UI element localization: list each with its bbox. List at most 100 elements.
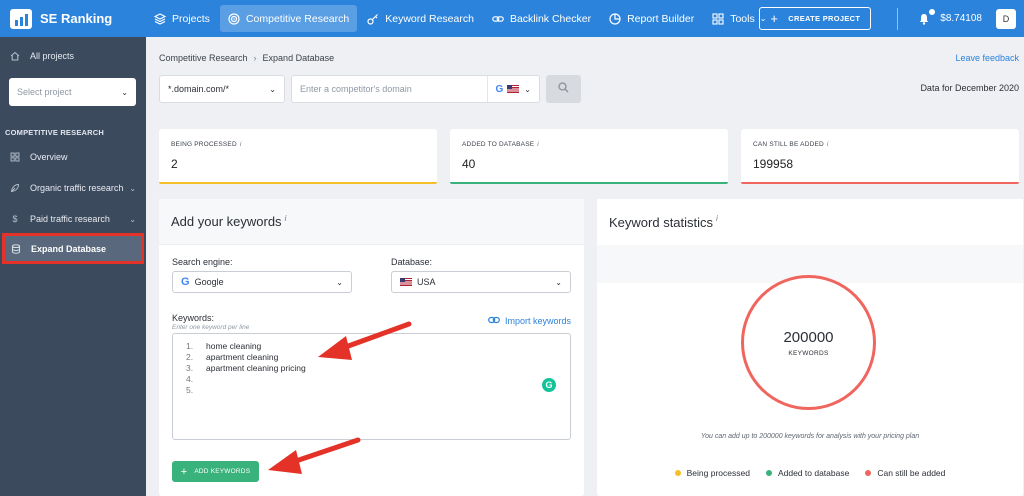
stat-title: BEING PROCESSED i: [171, 141, 425, 148]
brand[interactable]: SE Ranking: [0, 0, 146, 37]
keyword-text: apartment cleaning pricing: [206, 363, 306, 373]
sidebar-item-label: All projects: [30, 51, 75, 61]
database-select[interactable]: USA ⌄: [391, 271, 571, 293]
competitor-domain-input[interactable]: Enter a competitor's domain G ⌄: [291, 75, 540, 103]
legend-item: Can still be added: [865, 468, 945, 478]
stat-color-bar: [159, 182, 437, 184]
grammarly-icon[interactable]: G: [542, 378, 556, 392]
nav-report-builder[interactable]: Report Builder: [601, 5, 702, 32]
legend: Being processed Added to database Can st…: [597, 468, 1023, 478]
stat-title: CAN STILL BE ADDED i: [753, 141, 1007, 148]
grid-icon: [712, 12, 724, 25]
info-icon[interactable]: i: [827, 141, 829, 148]
target-icon: [228, 12, 240, 25]
info-icon[interactable]: i: [716, 214, 718, 223]
sidebar-item-overview[interactable]: Overview: [0, 143, 146, 171]
sidebar-item-organic-traffic[interactable]: Organic traffic research ⌄: [0, 171, 146, 205]
sidebar-item-label: Paid traffic research: [30, 214, 110, 224]
keywords-donut: 200000 KEYWORDS: [741, 275, 876, 410]
info-icon[interactable]: i: [240, 141, 242, 148]
sidebar-item-paid-traffic[interactable]: $ Paid traffic research ⌄: [0, 205, 146, 233]
bell-icon[interactable]: [918, 8, 936, 25]
keywords-textarea[interactable]: 1. home cleaning 2. apartment cleaning 3. a…: [172, 333, 571, 440]
add-keywords-panel: Add your keywords i Search engine: G Googl…: [159, 199, 584, 496]
stat-value: 199958: [753, 157, 794, 171]
panel-header: Add your keywords i: [159, 199, 584, 245]
keywords-hint: Enter one keyword per line: [172, 324, 250, 331]
main-content: Competitive Research › Expand Database L…: [146, 37, 1024, 496]
line-number: 5.: [186, 385, 194, 395]
link-icon: [492, 13, 504, 25]
sidebar-item-all-projects[interactable]: All projects: [0, 42, 146, 70]
donut-total: 200000: [783, 328, 834, 346]
breadcrumb: Competitive Research › Expand Database: [159, 53, 334, 63]
home-icon: [10, 51, 20, 61]
avatar[interactable]: D: [996, 8, 1016, 29]
main-nav: Projects Competitive Research Keyword Re…: [146, 0, 776, 37]
engine-database-picker[interactable]: G ⌄: [486, 76, 539, 102]
keyword-line: 4.: [186, 374, 206, 384]
project-select[interactable]: Select project ⌄: [9, 78, 136, 106]
plus-icon: +: [180, 465, 188, 478]
legend-item: Added to database: [765, 468, 850, 478]
nav-projects[interactable]: Projects: [146, 5, 218, 32]
data-period: Data for December 2020: [920, 83, 1019, 93]
dollar-icon: $: [12, 214, 18, 224]
legend-dot: [765, 470, 772, 476]
line-number: 3.: [186, 363, 194, 373]
legend-label: Being processed: [686, 468, 750, 478]
import-keywords-link[interactable]: Import keywords: [488, 316, 571, 326]
stat-color-bar: [450, 182, 728, 184]
stat-added-to-database: ADDED TO DATABASE i 40: [450, 129, 728, 184]
limit-note: You can add up to 200000 keywords for an…: [700, 433, 920, 440]
nav-competitive-research[interactable]: Competitive Research: [219, 5, 358, 32]
chevron-down-icon: ⌄: [336, 277, 343, 287]
keywords-label: Keywords:: [172, 313, 215, 323]
legend-label: Added to database: [777, 468, 850, 478]
top-navigation-bar: SE Ranking Projects Competitive Research…: [0, 0, 1024, 37]
key-icon: [367, 13, 379, 25]
line-number: 4.: [186, 374, 194, 384]
nav-backlink-checker[interactable]: Backlink Checker: [484, 5, 599, 32]
sidebar-item-label: Overview: [30, 152, 68, 162]
search-engine-select[interactable]: G Google ⌄: [172, 271, 352, 293]
leave-feedback-link[interactable]: Leave feedback: [955, 53, 1019, 63]
domain-mode-select[interactable]: *.domain.com/* ⌄: [159, 75, 285, 103]
add-keywords-button[interactable]: + ADD KEYWORDS: [172, 461, 259, 482]
brand-name: SE Ranking: [40, 11, 113, 26]
keyword-line: 2. apartment cleaning: [186, 352, 278, 362]
info-icon[interactable]: i: [537, 141, 539, 148]
info-icon[interactable]: i: [285, 214, 287, 223]
sidebar: All projects Select project ⌄ COMPETITIV…: [0, 37, 146, 496]
stat-title: ADDED TO DATABASE i: [462, 141, 716, 148]
legend-item: Being processed: [674, 468, 750, 478]
sidebar-section-title: COMPETITIVE RESEARCH: [5, 128, 105, 137]
import-keywords-label: Import keywords: [504, 316, 571, 326]
filter-row: *.domain.com/* ⌄ Enter a competitor's do…: [159, 75, 581, 103]
keyword-statistics-panel: Keyword statistics i 200000 KEYWORDS You …: [597, 199, 1023, 496]
create-project-label: CREATE PROJECT: [788, 14, 861, 23]
panel-header: Keyword statistics i: [597, 199, 1023, 245]
database-icon: [11, 243, 21, 254]
report-icon: [609, 12, 621, 25]
stat-title-text: BEING PROCESSED: [171, 141, 237, 148]
chevron-down-icon: ⌄: [269, 84, 276, 94]
google-icon: G: [181, 276, 190, 288]
create-project-button[interactable]: + CREATE PROJECT: [759, 7, 872, 30]
search-button[interactable]: [546, 75, 581, 103]
legend-dot: [865, 470, 872, 476]
nav-keyword-research[interactable]: Keyword Research: [359, 5, 482, 32]
chevron-right-icon: ›: [253, 53, 257, 63]
google-icon: G: [495, 83, 504, 95]
nav-backlink-checker-label: Backlink Checker: [509, 12, 592, 25]
keyword-text: apartment cleaning: [206, 352, 279, 362]
project-select-placeholder: Select project: [17, 87, 72, 97]
top-right-controls: + CREATE PROJECT $8.74108 D: [759, 0, 1016, 37]
domain-mode-value: *.domain.com/*: [168, 84, 230, 94]
legend-label: Can still be added: [877, 468, 946, 478]
sidebar-item-expand-database[interactable]: Expand Database: [2, 233, 144, 264]
account-balance[interactable]: $8.74108: [940, 13, 982, 24]
breadcrumb-parent[interactable]: Competitive Research: [159, 53, 248, 63]
sidebar-item-label: Organic traffic research: [30, 183, 124, 193]
search-engine-label: Search engine:: [172, 257, 233, 267]
